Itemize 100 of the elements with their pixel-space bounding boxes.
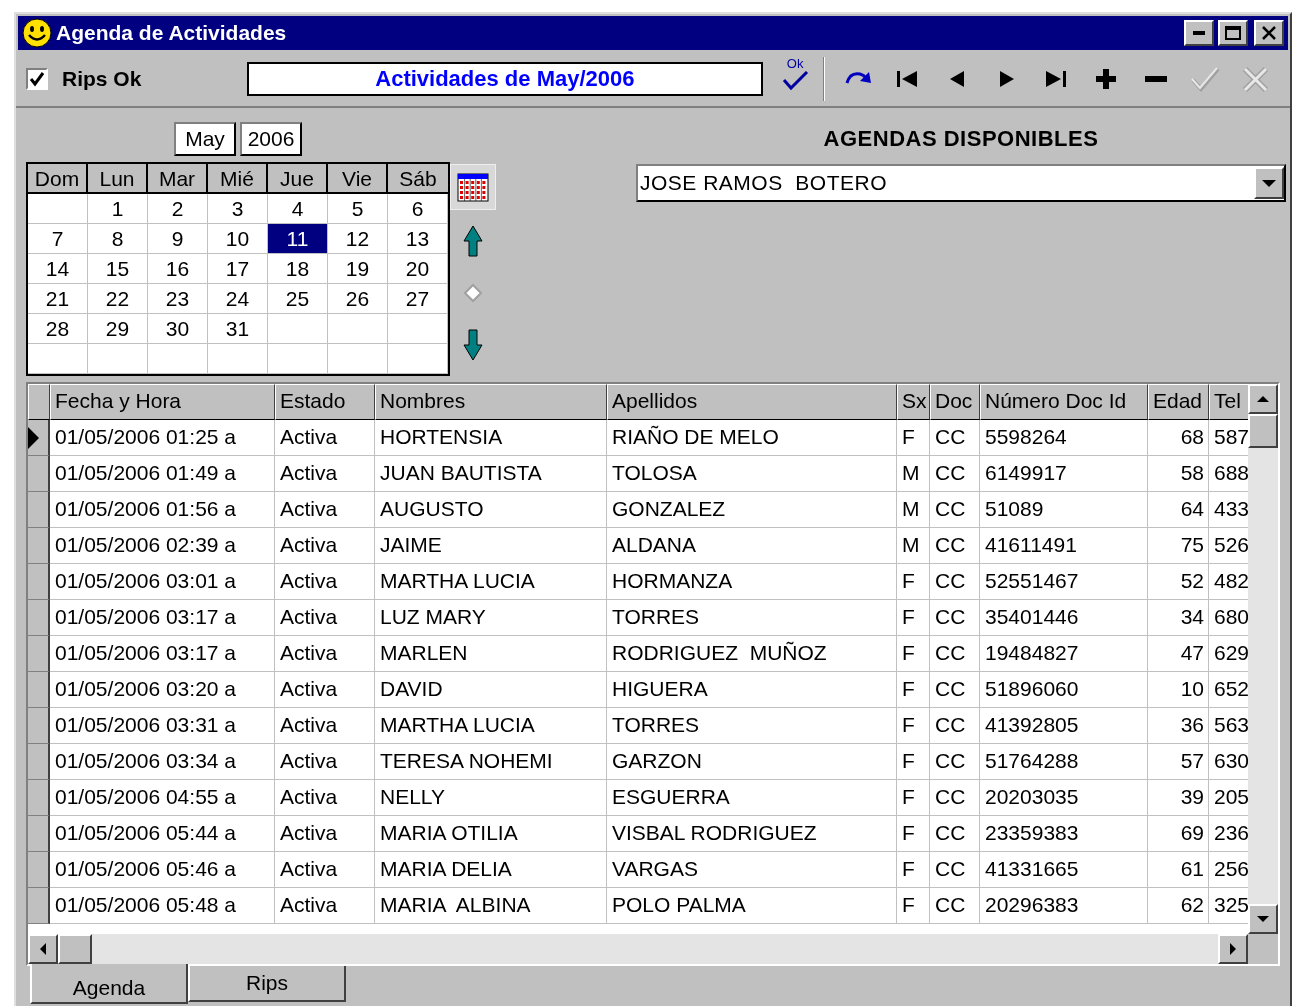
row-indicator[interactable] <box>28 636 50 672</box>
horizontal-scrollbar[interactable] <box>28 934 1278 964</box>
calendar-day[interactable]: 23 <box>148 284 208 314</box>
column-header[interactable]: Tel <box>1209 384 1248 420</box>
table-cell: MARTHA LUCIA <box>375 564 607 600</box>
calendar-day[interactable]: 12 <box>328 224 388 254</box>
table-cell: 01/05/2006 03:17 a <box>50 636 275 672</box>
table-cell: 75 <box>1148 528 1209 564</box>
agenda-select[interactable]: JOSE RAMOS BOTERO <box>636 164 1286 202</box>
table-cell: VISBAL RODRIGUEZ <box>607 816 897 852</box>
rips-ok-checkbox[interactable] <box>26 68 48 90</box>
table-cell: 01/05/2006 05:48 a <box>50 888 275 924</box>
calendar-day[interactable]: 19 <box>328 254 388 284</box>
table-cell: F <box>897 780 930 816</box>
year-field[interactable]: 2006 <box>240 122 302 156</box>
calendar-day[interactable]: 28 <box>28 314 88 344</box>
calendar-day[interactable]: 15 <box>88 254 148 284</box>
calendar-day[interactable]: 17 <box>208 254 268 284</box>
calendar-day[interactable]: 3 <box>208 194 268 224</box>
scroll-up-button[interactable] <box>1248 384 1278 414</box>
calendar-day[interactable]: 30 <box>148 314 208 344</box>
maximize-button[interactable] <box>1218 20 1248 46</box>
column-header[interactable]: Edad <box>1148 384 1209 420</box>
table-cell: F <box>897 744 930 780</box>
scroll-right-button[interactable] <box>1218 934 1248 964</box>
calendar-day[interactable]: 14 <box>28 254 88 284</box>
calendar-day[interactable]: 20 <box>388 254 448 284</box>
month-field[interactable]: May <box>174 122 236 156</box>
scroll-thumb[interactable] <box>58 934 92 964</box>
table-cell: 51896060 <box>980 672 1148 708</box>
table-cell: Activa <box>275 636 375 672</box>
scroll-thumb[interactable] <box>1248 414 1278 448</box>
tab[interactable]: Rips <box>188 966 346 1002</box>
row-indicator[interactable] <box>28 852 50 888</box>
table-cell: F <box>897 852 930 888</box>
row-indicator[interactable] <box>28 744 50 780</box>
tab[interactable]: Agenda <box>30 964 188 1004</box>
calendar-day[interactable]: 21 <box>28 284 88 314</box>
row-indicator[interactable] <box>28 492 50 528</box>
column-header[interactable]: Nombres <box>375 384 607 420</box>
calendar-day[interactable]: 10 <box>208 224 268 254</box>
calendar-day[interactable]: 1 <box>88 194 148 224</box>
calendar-day[interactable]: 24 <box>208 284 268 314</box>
calendar-day[interactable]: 29 <box>88 314 148 344</box>
calendar-button[interactable] <box>450 164 496 210</box>
row-indicator[interactable] <box>28 672 50 708</box>
scroll-left-button[interactable] <box>28 934 58 964</box>
table-cell: 6149917 <box>980 456 1148 492</box>
ok-check-button[interactable]: Ok <box>773 57 817 101</box>
table-cell: M <box>897 492 930 528</box>
minimize-button[interactable] <box>1184 20 1214 46</box>
table-cell: 01/05/2006 01:56 a <box>50 492 275 528</box>
column-header[interactable]: Doc <box>930 384 980 420</box>
row-indicator[interactable] <box>28 816 50 852</box>
calendar-day[interactable]: 8 <box>88 224 148 254</box>
row-indicator[interactable] <box>28 420 50 456</box>
calendar-day[interactable]: 31 <box>208 314 268 344</box>
calendar-day[interactable]: 16 <box>148 254 208 284</box>
table-cell: 64 <box>1148 492 1209 528</box>
table-cell: TERESA NOHEMI <box>375 744 607 780</box>
row-indicator[interactable] <box>28 564 50 600</box>
calendar-day[interactable]: 25 <box>268 284 328 314</box>
minus-icon <box>1144 76 1167 82</box>
calendar-day[interactable]: 11 <box>268 224 328 254</box>
table-cell: F <box>897 420 930 456</box>
table-cell: Activa <box>275 744 375 780</box>
previous-icon <box>949 70 966 88</box>
column-header[interactable]: Estado <box>275 384 375 420</box>
scroll-down-button[interactable] <box>1248 904 1278 934</box>
calendar-day[interactable]: 27 <box>388 284 448 314</box>
table-cell: 41331665 <box>980 852 1148 888</box>
calendar-day[interactable]: 4 <box>268 194 328 224</box>
table-cell: F <box>897 600 930 636</box>
row-indicator[interactable] <box>28 888 50 924</box>
calendar-day[interactable]: 6 <box>388 194 448 224</box>
row-indicator[interactable] <box>28 456 50 492</box>
table-cell: 69 <box>1148 816 1209 852</box>
calendar-day[interactable]: 7 <box>28 224 88 254</box>
calendar-day[interactable]: 5 <box>328 194 388 224</box>
row-indicator[interactable] <box>28 600 50 636</box>
calendar-day[interactable]: 9 <box>148 224 208 254</box>
calendar-day[interactable]: 13 <box>388 224 448 254</box>
table-cell: Activa <box>275 528 375 564</box>
column-header[interactable]: Fecha y Hora <box>50 384 275 420</box>
table-cell: CC <box>930 564 980 600</box>
table-cell: ALDANA <box>607 528 897 564</box>
calendar-day[interactable]: 26 <box>328 284 388 314</box>
calendar-day[interactable]: 18 <box>268 254 328 284</box>
calendar-day[interactable]: 22 <box>88 284 148 314</box>
table-cell: POLO PALMA <box>607 888 897 924</box>
dropdown-button[interactable] <box>1254 167 1284 199</box>
row-indicator[interactable] <box>28 780 50 816</box>
row-indicator[interactable] <box>28 528 50 564</box>
calendar-day[interactable]: 2 <box>148 194 208 224</box>
vertical-scrollbar[interactable] <box>1248 384 1278 934</box>
column-header[interactable]: Sx <box>897 384 930 420</box>
row-indicator[interactable] <box>28 708 50 744</box>
column-header[interactable]: Apellidos <box>607 384 897 420</box>
close-button[interactable] <box>1254 20 1284 46</box>
column-header[interactable]: Número Doc Id <box>980 384 1148 420</box>
